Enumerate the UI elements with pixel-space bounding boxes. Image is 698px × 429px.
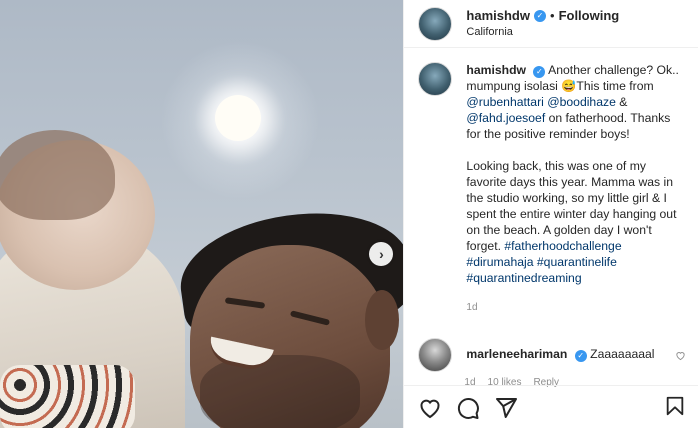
share-icon[interactable] bbox=[494, 396, 518, 420]
verified-badge-icon: ✓ bbox=[574, 350, 587, 362]
man-ear bbox=[365, 290, 399, 350]
instagram-post: › hamishdw ✓ • Following California hami… bbox=[0, 0, 698, 428]
hashtag-link[interactable]: #quarantinedreaming bbox=[466, 271, 581, 285]
separator-dot: • bbox=[550, 7, 555, 23]
comment-icon[interactable] bbox=[456, 396, 480, 420]
verified-badge-icon: ✓ bbox=[534, 9, 546, 22]
caption-amp: & bbox=[615, 95, 628, 109]
caption-body: hamishdw ✓ Another challenge? Ok.. mumpu… bbox=[466, 62, 680, 316]
author-avatar[interactable] bbox=[418, 6, 453, 41]
bookmark-icon[interactable] bbox=[664, 394, 686, 418]
hashtag-link[interactable]: #dirumahaja bbox=[466, 255, 533, 269]
baby-leopard-pants bbox=[0, 365, 135, 428]
comment-text: Zaaaaaaaal bbox=[590, 347, 655, 361]
mention-link[interactable]: @fahd.joesoef bbox=[466, 111, 545, 125]
comment-item: marleneehariman ✓ Zaaaaaaaal 1d 10 likes… bbox=[418, 338, 686, 388]
sun bbox=[215, 95, 261, 141]
mention-link[interactable]: @boodihaze bbox=[547, 95, 616, 109]
caption-avatar[interactable] bbox=[418, 62, 453, 96]
post-photo[interactable]: › bbox=[0, 0, 404, 428]
heart-icon[interactable] bbox=[418, 396, 442, 420]
following-button[interactable]: Following bbox=[559, 8, 620, 24]
hashtag-link[interactable]: #fatherhoodchallenge bbox=[504, 239, 621, 253]
caption: hamishdw ✓ Another challenge? Ok.. mumpu… bbox=[418, 62, 686, 316]
mention-link[interactable]: @rubenhattari bbox=[466, 95, 543, 109]
man-stubble bbox=[200, 355, 360, 428]
caption-username[interactable]: hamishdw bbox=[466, 63, 526, 77]
location-link[interactable]: California bbox=[466, 24, 619, 40]
commenter-username[interactable]: marleneehariman bbox=[466, 347, 567, 361]
baby-hair bbox=[0, 130, 115, 220]
post-details-panel: hamishdw ✓ • Following California hamish… bbox=[403, 0, 698, 428]
verified-badge-icon: ✓ bbox=[533, 66, 546, 78]
author-username[interactable]: hamishdw bbox=[466, 8, 530, 24]
post-header: hamishdw ✓ • Following California bbox=[404, 0, 698, 48]
heart-icon[interactable] bbox=[675, 350, 686, 361]
action-bar bbox=[404, 385, 698, 429]
hashtag-link[interactable]: #quarantinelife bbox=[537, 255, 617, 269]
commenter-avatar[interactable] bbox=[418, 338, 453, 372]
caption-timestamp[interactable]: 1d bbox=[466, 300, 680, 316]
comments-section: hamishdw ✓ Another challenge? Ok.. mumpu… bbox=[418, 62, 686, 388]
